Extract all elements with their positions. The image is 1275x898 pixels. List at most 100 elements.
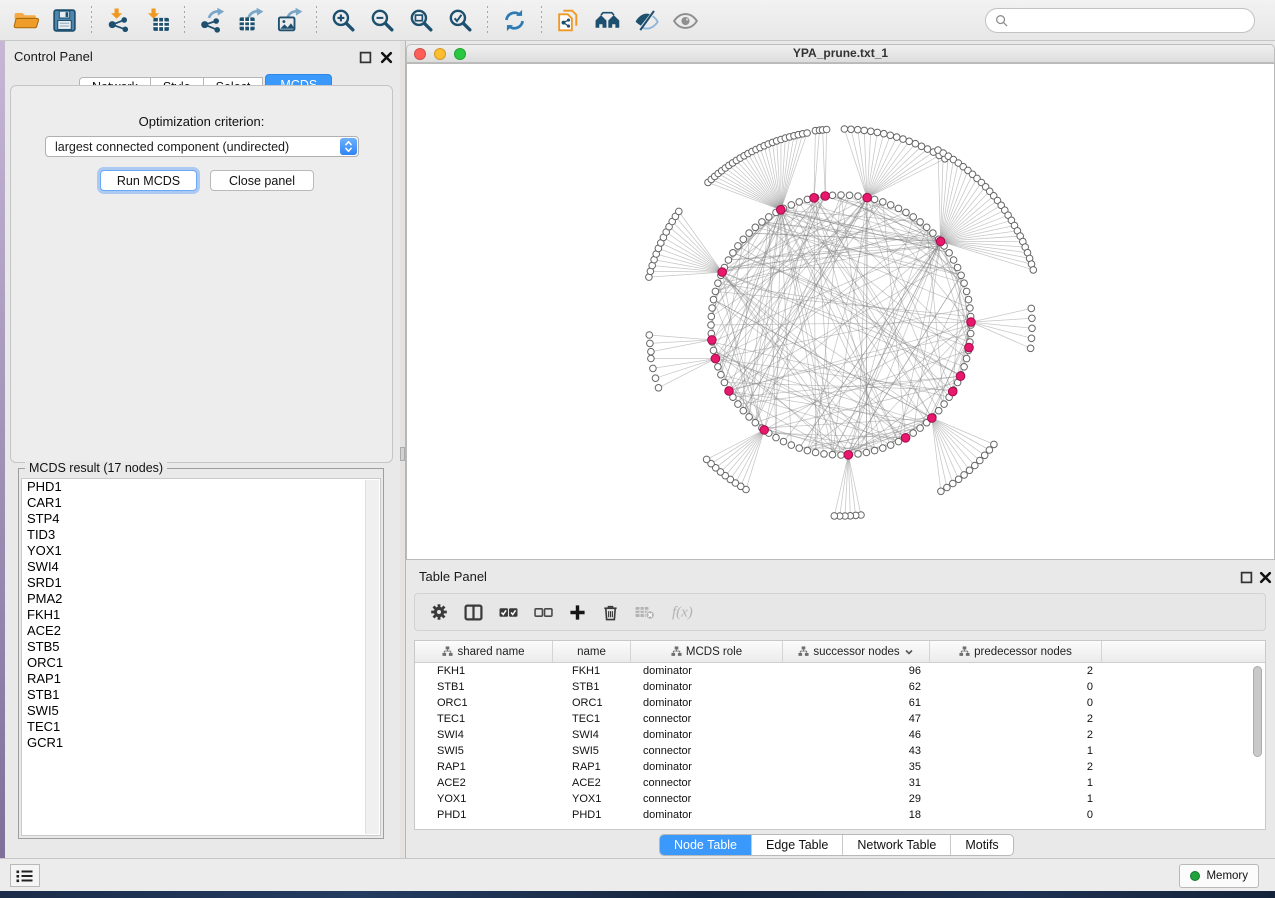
desktop-wallpaper-bottom — [0, 891, 1275, 898]
tab-node-table[interactable]: Node Table — [660, 835, 751, 855]
mcds-result-item[interactable]: SWI5 — [22, 703, 380, 719]
optimization-criterion-select[interactable]: largest connected component (undirected) — [45, 136, 359, 157]
add-row-icon — [569, 604, 586, 621]
search-network-button[interactable] — [588, 3, 627, 37]
tab-motifs[interactable]: Motifs — [950, 835, 1012, 855]
search-input[interactable] — [1013, 12, 1254, 30]
zoom-fit-content-button[interactable] — [402, 3, 441, 37]
table-row[interactable]: STB1STB1dominator620 — [415, 679, 1265, 695]
shared-column-icon — [671, 646, 682, 657]
sort-desc-icon — [904, 647, 914, 657]
select-all-button[interactable] — [499, 603, 518, 622]
show-panels-button[interactable] — [666, 3, 705, 37]
close-table-panel-icon[interactable] — [1259, 571, 1272, 584]
zoom-in-button[interactable] — [324, 3, 363, 37]
zoom-in-icon — [330, 7, 357, 34]
table-cell: 35 — [783, 759, 930, 775]
mcds-result-item[interactable]: SWI4 — [22, 559, 380, 575]
column-header-MCDS-role[interactable]: MCDS role — [631, 641, 783, 662]
apply-preferred-layout-icon — [501, 7, 528, 34]
mcds-result-item[interactable]: STB5 — [22, 639, 380, 655]
table-row[interactable]: YOX1YOX1connector291 — [415, 791, 1265, 807]
column-header-predecessor-nodes[interactable]: predecessor nodes — [930, 641, 1102, 662]
float-panel-icon[interactable] — [359, 51, 372, 64]
tab-network-table[interactable]: Network Table — [842, 835, 950, 855]
export-table-button[interactable] — [231, 3, 270, 37]
zoom-out-button[interactable] — [363, 3, 402, 37]
table-row[interactable]: SWI5SWI5connector431 — [415, 743, 1265, 759]
table-row[interactable]: SWI4SWI4dominator462 — [415, 727, 1265, 743]
delete-row-button[interactable] — [602, 604, 619, 621]
table-row[interactable]: RAP1RAP1dominator352 — [415, 759, 1265, 775]
import-table-from-file-button[interactable] — [138, 3, 177, 37]
column-header-successor-nodes[interactable]: successor nodes — [783, 641, 930, 662]
table-scrollbar[interactable] — [1253, 666, 1262, 757]
show-log-button[interactable] — [10, 864, 40, 887]
hide-panels-icon — [633, 7, 660, 34]
import-network-from-file-button[interactable] — [99, 3, 138, 37]
column-header-shared-name[interactable]: shared name — [415, 641, 553, 662]
mcds-result-item[interactable]: PHD1 — [22, 479, 380, 495]
table-settings-button[interactable] — [430, 603, 448, 621]
toolbar-separator — [487, 6, 488, 34]
zoom-window-icon[interactable] — [454, 48, 466, 60]
float-table-panel-icon[interactable] — [1240, 571, 1253, 584]
node-table[interactable]: shared namenameMCDS rolesuccessor nodesp… — [414, 640, 1266, 830]
table-row[interactable]: PHD1PHD1dominator180 — [415, 807, 1265, 823]
mcds-result-item[interactable]: SRD1 — [22, 575, 380, 591]
open-file-button[interactable] — [6, 3, 45, 37]
splitter-grip[interactable] — [400, 447, 405, 461]
apply-preferred-layout-button[interactable] — [495, 3, 534, 37]
mcds-result-list[interactable]: PHD1CAR1STP4TID3YOX1SWI4SRD1PMA2FKH1ACE2… — [21, 478, 381, 836]
table-row[interactable]: FKH1FKH1dominator962 — [415, 663, 1265, 679]
mcds-result-item[interactable]: RAP1 — [22, 671, 380, 687]
mcds-result-item[interactable]: FKH1 — [22, 607, 380, 623]
run-mcds-button[interactable]: Run MCDS — [100, 170, 197, 191]
close-panel-icon[interactable] — [380, 51, 393, 64]
memory-button-label: Memory — [1206, 870, 1248, 882]
shared-column-icon — [798, 646, 809, 657]
mcds-result-item[interactable]: TEC1 — [22, 719, 380, 735]
mcds-result-item[interactable]: YOX1 — [22, 543, 380, 559]
mcds-result-item[interactable]: ACE2 — [22, 623, 380, 639]
mcds-result-item[interactable]: STP4 — [22, 511, 380, 527]
apply-function-icon: f(x) — [671, 603, 701, 621]
table-cell: RAP1 — [553, 759, 631, 775]
mcds-result-item[interactable]: STB1 — [22, 687, 380, 703]
mcds-result-item[interactable]: CAR1 — [22, 495, 380, 511]
network-view-canvas[interactable] — [406, 63, 1275, 560]
close-window-icon[interactable] — [414, 48, 426, 60]
table-row[interactable]: ORC1ORC1dominator610 — [415, 695, 1265, 711]
memory-button[interactable]: Memory — [1179, 864, 1259, 888]
zoom-out-icon — [369, 7, 396, 34]
table-row[interactable]: TEC1TEC1connector472 — [415, 711, 1265, 727]
mcds-result-item[interactable]: PMA2 — [22, 591, 380, 607]
export-network-button[interactable] — [192, 3, 231, 37]
close-panel-button[interactable]: Close panel — [210, 170, 314, 191]
mcds-result-item[interactable]: GCR1 — [22, 735, 380, 751]
column-header-name[interactable]: name — [553, 641, 631, 662]
table-cell: 2 — [930, 663, 1102, 679]
save-session-button[interactable] — [45, 3, 84, 37]
copy-network-view-button[interactable] — [549, 3, 588, 37]
show-columns-button[interactable] — [464, 603, 483, 622]
hide-panels-button[interactable] — [627, 3, 666, 37]
control-panel: Control Panel NetworkStyleSelectMCDS Opt… — [5, 41, 400, 858]
mcds-result-item[interactable]: TID3 — [22, 527, 380, 543]
toolbar-button-strip — [6, 3, 705, 37]
result-list-scrollbar[interactable] — [365, 480, 379, 834]
tab-edge-table[interactable]: Edge Table — [751, 835, 842, 855]
copy-network-view-icon — [555, 7, 582, 34]
zoom-selected-region-button[interactable] — [441, 3, 480, 37]
minimize-window-icon[interactable] — [434, 48, 446, 60]
table-row[interactable]: ACE2ACE2connector311 — [415, 775, 1265, 791]
clear-selection-button[interactable] — [534, 603, 553, 622]
shared-column-icon — [959, 646, 970, 657]
network-window-titlebar[interactable]: YPA_prune.txt_1 — [406, 44, 1275, 63]
export-image-button[interactable] — [270, 3, 309, 37]
mcds-result-item[interactable]: ORC1 — [22, 655, 380, 671]
toolbar-separator — [91, 6, 92, 34]
search-box[interactable] — [985, 8, 1255, 33]
search-network-icon — [594, 7, 621, 34]
add-row-button[interactable] — [569, 604, 586, 621]
